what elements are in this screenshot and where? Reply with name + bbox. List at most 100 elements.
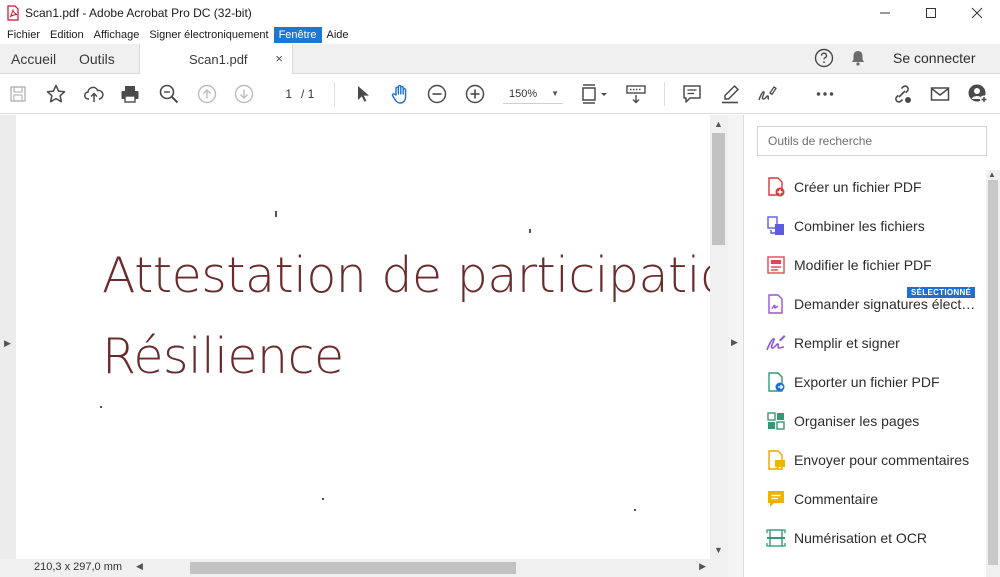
- printer-icon: [121, 86, 139, 103]
- document-horizontal-scrollbar[interactable]: ◀ ▶: [134, 559, 712, 577]
- tool-label: Créer un fichier PDF: [794, 179, 922, 195]
- pen-highlight-icon: [722, 84, 740, 104]
- request-signatures-icon: [768, 294, 783, 314]
- comment-button[interactable]: [681, 83, 703, 105]
- scroll-up-icon[interactable]: ▲: [988, 170, 996, 179]
- sign-button[interactable]: [756, 83, 778, 105]
- tool-organize-pages[interactable]: Organiser les pages: [765, 407, 919, 435]
- save-button[interactable]: [7, 83, 29, 105]
- window-title: Scan1.pdf - Adobe Acrobat Pro DC (32-bit…: [25, 6, 252, 20]
- main-toolbar: 1 / 1 150% ▼: [0, 74, 1000, 114]
- zoom-level-select[interactable]: 150% ▼: [503, 84, 563, 104]
- minimize-button[interactable]: [862, 0, 908, 26]
- print-button[interactable]: [119, 83, 141, 105]
- bookmark-star-button[interactable]: [45, 83, 67, 105]
- tool-send-for-comments[interactable]: Envoyer pour commentaires: [765, 446, 969, 474]
- scan-speck: [529, 229, 531, 233]
- next-page-button[interactable]: [233, 83, 255, 105]
- share-link-button[interactable]: [891, 83, 913, 105]
- document-subheading-line: Résilience: [102, 328, 344, 385]
- document-status-row: 210,3 x 297,0 mm ◀ ▶: [0, 559, 728, 577]
- tools-pane-scrollbar[interactable]: ▲: [986, 170, 1000, 577]
- more-tools-button[interactable]: [814, 83, 836, 105]
- tool-create-pdf[interactable]: Créer un fichier PDF: [765, 173, 922, 201]
- page-number-input[interactable]: 1: [270, 84, 298, 104]
- left-pane-toggle-strip[interactable]: ▶: [0, 115, 16, 559]
- comment-bubble-icon: [683, 85, 701, 103]
- tool-export-pdf[interactable]: Exporter un fichier PDF: [765, 368, 940, 396]
- tool-comment[interactable]: Commentaire: [765, 485, 878, 513]
- tool-label: Combiner les fichiers: [794, 218, 925, 234]
- collapse-right-pane-icon[interactable]: ▶: [731, 337, 738, 348]
- vertical-scroll-thumb[interactable]: [712, 133, 725, 245]
- horizontal-scroll-thumb[interactable]: [190, 562, 516, 574]
- menu-affichage[interactable]: Affichage: [89, 27, 145, 43]
- right-pane-toggle-strip[interactable]: ▶: [728, 115, 744, 577]
- more-horizontal-icon: [816, 92, 834, 96]
- acrobat-app-icon: [7, 5, 19, 21]
- tool-scan-ocr[interactable]: Numérisation et OCR: [765, 524, 927, 552]
- send-for-comments-icon: [768, 450, 785, 470]
- hand-tool-button[interactable]: [389, 83, 411, 105]
- menu-edition[interactable]: Edition: [45, 27, 89, 43]
- tab-tools[interactable]: Outils: [79, 44, 115, 74]
- window-controls: [862, 0, 1000, 26]
- tool-label: Demander signatures élect…: [794, 296, 976, 312]
- pdf-page[interactable]: Attestation de participation Résilience: [16, 115, 710, 559]
- find-zoom-button[interactable]: [158, 83, 180, 105]
- upload-cloud-button[interactable]: [83, 83, 105, 105]
- document-viewer: ▶ Attestation de participation Résilienc…: [0, 115, 728, 559]
- menu-bar: Fichier Edition Affichage Signer électro…: [0, 26, 1000, 44]
- maximize-icon: [926, 8, 936, 18]
- zoom-out-button[interactable]: [426, 83, 448, 105]
- star-icon: [46, 84, 66, 103]
- highlight-button[interactable]: [719, 83, 741, 105]
- organize-pages-icon: [767, 412, 785, 430]
- tab-close-icon[interactable]: ×: [275, 51, 283, 66]
- tool-label: Exporter un fichier PDF: [794, 374, 940, 390]
- tab-home[interactable]: Accueil: [11, 44, 56, 74]
- menu-aide[interactable]: Aide: [322, 27, 354, 43]
- notifications-bell-icon[interactable]: [849, 49, 867, 67]
- envelope-icon: [930, 87, 950, 101]
- scroll-left-icon[interactable]: ◀: [136, 561, 143, 572]
- maximize-button[interactable]: [908, 0, 954, 26]
- tool-label: Remplir et signer: [794, 335, 900, 351]
- toolbar-divider-2: [664, 82, 665, 106]
- help-icon[interactable]: [814, 48, 834, 68]
- menu-signer[interactable]: Signer électroniquement: [144, 27, 273, 43]
- fit-page-button[interactable]: [580, 83, 610, 105]
- scroll-down-icon[interactable]: ▼: [714, 545, 723, 555]
- scan-speck: [322, 498, 324, 500]
- sign-in-link[interactable]: Se connecter: [893, 50, 976, 66]
- tool-label: Numérisation et OCR: [794, 530, 928, 546]
- scroll-right-icon[interactable]: ▶: [699, 561, 706, 572]
- previous-page-button[interactable]: [196, 83, 218, 105]
- scroll-mode-button[interactable]: [625, 83, 647, 105]
- create-pdf-icon: [768, 177, 785, 197]
- email-button[interactable]: [929, 83, 951, 105]
- select-tool-button[interactable]: [351, 83, 373, 105]
- tab-document[interactable]: Scan1.pdf ×: [139, 44, 293, 75]
- zoom-in-button[interactable]: [464, 83, 486, 105]
- tool-edit-pdf[interactable]: Modifier le fichier PDF: [765, 251, 932, 279]
- tool-combine-files[interactable]: Combiner les fichiers: [765, 212, 925, 240]
- title-bar: Scan1.pdf - Adobe Acrobat Pro DC (32-bit…: [0, 0, 1000, 26]
- magnifier-icon: [159, 84, 179, 104]
- tools-pane: Outils de recherche Créer un fichier PDF…: [745, 115, 1000, 577]
- document-vertical-scrollbar[interactable]: ▲ ▼: [710, 115, 728, 559]
- menu-fichier[interactable]: Fichier: [2, 27, 45, 43]
- minus-circle-icon: [427, 84, 447, 104]
- toolbar-divider: [334, 82, 335, 106]
- menu-fenetre[interactable]: Fenêtre: [273, 27, 322, 43]
- arrow-up-circle-icon: [197, 84, 217, 104]
- export-pdf-icon: [768, 372, 785, 392]
- tools-search-input[interactable]: Outils de recherche: [757, 126, 987, 156]
- scroll-up-icon[interactable]: ▲: [714, 119, 723, 129]
- close-window-button[interactable]: [954, 0, 1000, 26]
- tool-fill-sign[interactable]: Remplir et signer: [765, 329, 900, 357]
- expand-left-pane-icon[interactable]: ▶: [4, 338, 11, 349]
- tools-pane-scroll-thumb[interactable]: [988, 180, 998, 565]
- add-user-button[interactable]: [967, 83, 989, 105]
- signature-pen-icon: [758, 86, 777, 101]
